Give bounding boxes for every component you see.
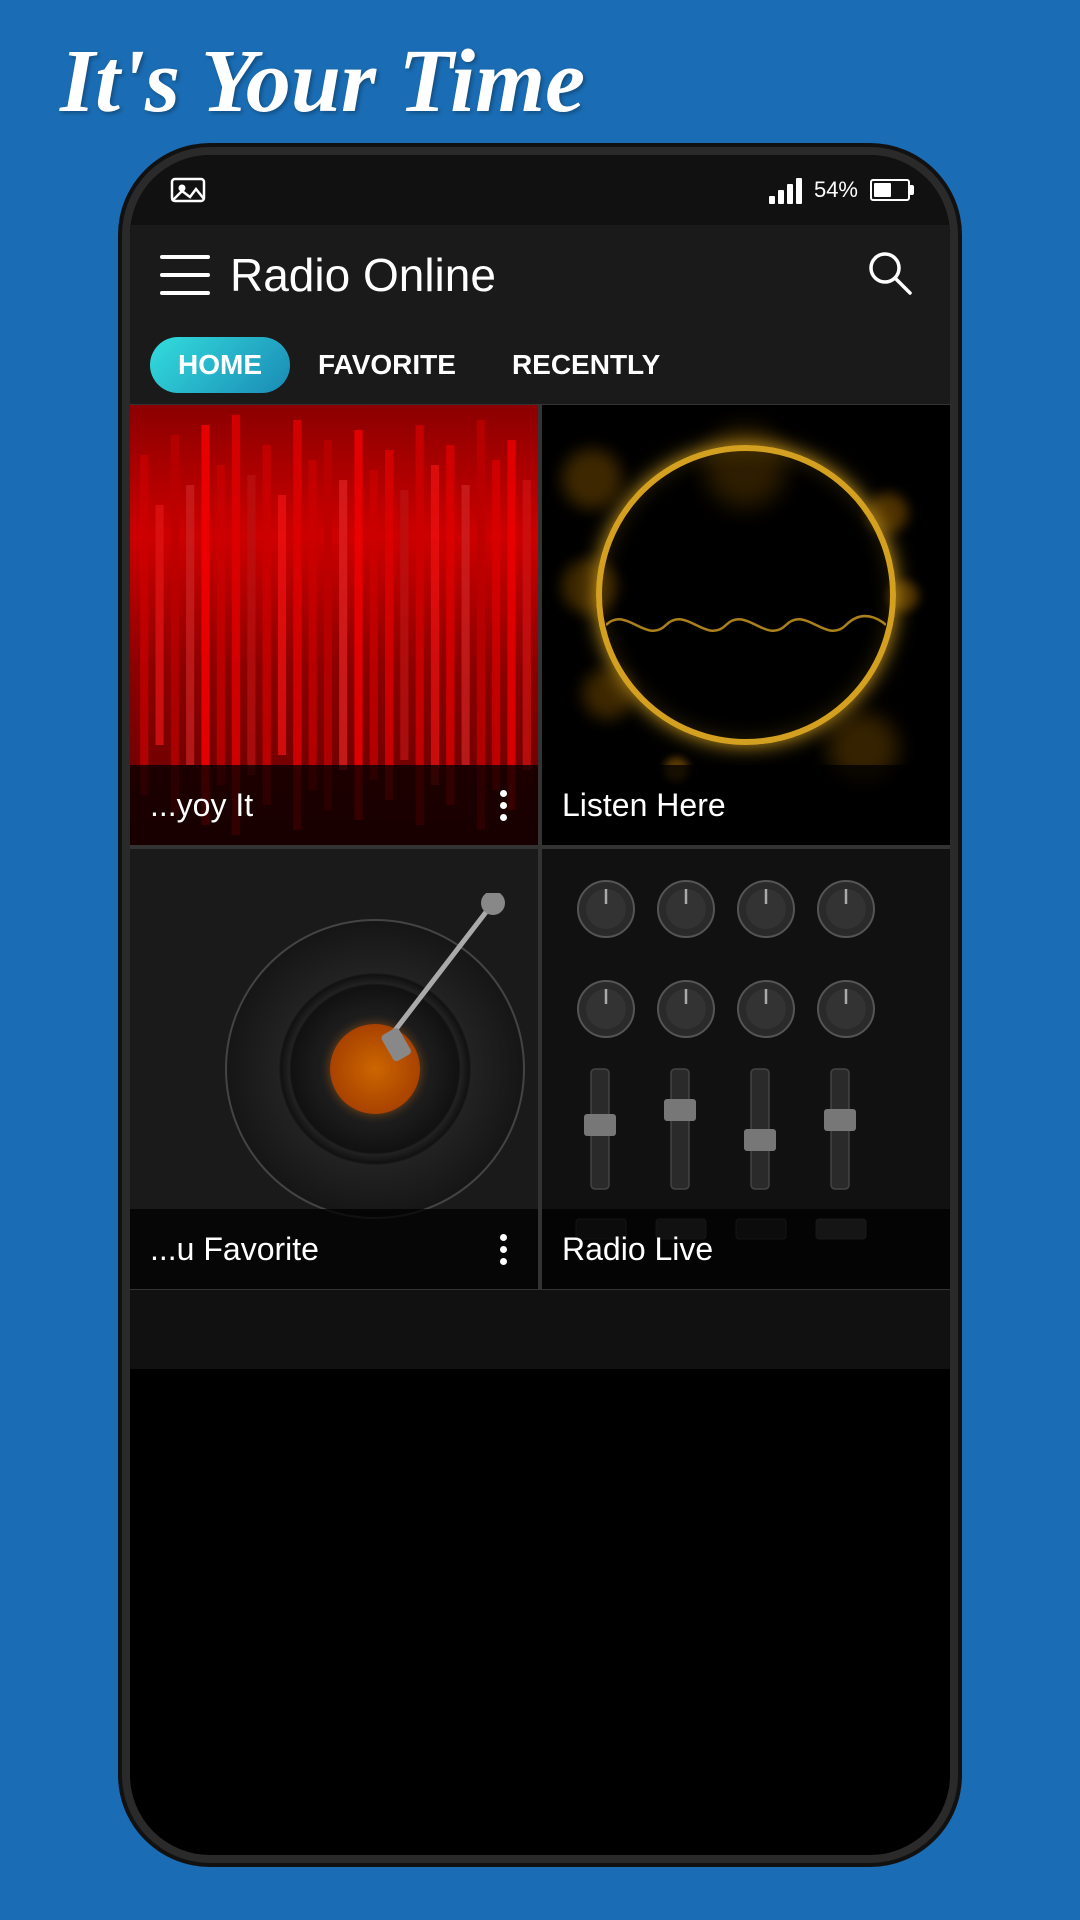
more-dot [500,814,507,821]
card-label-text-2: Listen Here [562,787,930,824]
wave-svg [606,595,886,655]
more-dot [500,1246,507,1253]
card-radio-live[interactable]: Radio Live [542,849,950,1289]
card-listen-here[interactable]: Listen Here [542,405,950,845]
more-dot [500,1258,507,1265]
more-dot [500,802,507,809]
phone-screen: 54% Radio Online [130,155,950,1855]
status-left [170,175,206,205]
phone-device: 54% Radio Online [130,155,950,1855]
tab-favorite[interactable]: FAVORITE [290,337,484,393]
card-label-1: ...yoy It [130,765,538,845]
bottom-nav [130,1289,950,1369]
battery-fill [874,183,891,197]
menu-icon[interactable] [160,255,210,295]
card-label-text-3: ...u Favorite [150,1231,478,1268]
notch [410,155,670,205]
card-label-text-4: Radio Live [562,1231,930,1268]
tab-recently[interactable]: RECENTLY [484,337,688,393]
more-options-3[interactable] [488,1234,518,1265]
header-icons [865,248,920,303]
bokeh-dot [562,449,622,509]
more-dot [500,1234,507,1241]
tonearm-svg [293,893,513,1093]
signal-bar-2 [778,190,784,204]
signal-bar-3 [787,184,793,204]
card-label-text-1: ...yoy It [150,787,478,824]
status-right: 54% [769,176,910,204]
content-grid: ...yoy It [130,405,950,1289]
page-background: It's Your Time [0,0,1080,1920]
menu-line-1 [160,255,210,259]
status-bar: 54% [130,155,950,225]
app-header: Radio Online [130,225,950,325]
signal-bar-1 [769,196,775,204]
signal-bars [769,176,802,204]
tab-home[interactable]: HOME [150,337,290,393]
more-options-1[interactable] [488,790,518,821]
hero-title: It's Your Time [60,30,585,133]
signal-bar-4 [796,178,802,204]
card-enjoy-it[interactable]: ...yoy It [130,405,538,845]
battery-icon [870,179,910,201]
phone-shell: 54% Radio Online [130,155,950,1855]
card-label-2: Listen Here [542,765,950,845]
menu-line-3 [160,291,210,295]
image-icon [170,175,206,205]
card-label-3: ...u Favorite [130,1209,538,1289]
more-dot [500,790,507,797]
nav-tabs: HOME FAVORITE RECENTLY [130,325,950,405]
card-label-4: Radio Live [542,1209,950,1289]
battery-percent-text: 54% [814,177,858,203]
search-button[interactable] [865,248,920,303]
app-title: Radio Online [230,248,845,302]
card-favorite[interactable]: ...u Favorite [130,849,538,1289]
menu-line-2 [160,273,210,277]
